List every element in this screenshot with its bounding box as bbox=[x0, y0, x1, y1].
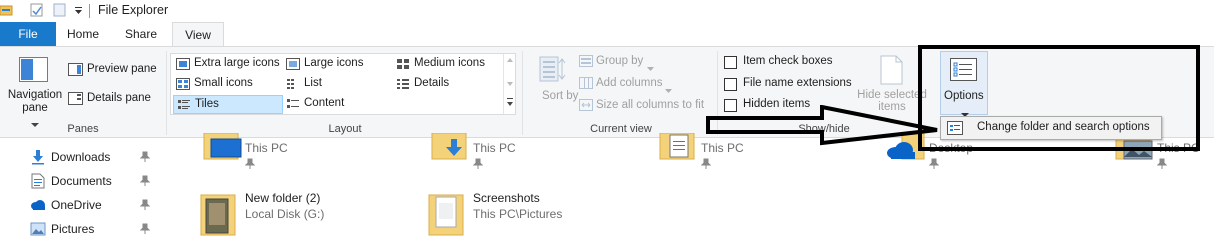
item-checkboxes-checkbox[interactable] bbox=[724, 56, 737, 69]
add-columns-dropdown-icon bbox=[665, 82, 672, 96]
ribbon-tabs: File Home Share View bbox=[0, 22, 1214, 47]
list-icon bbox=[286, 78, 300, 90]
file-name-extensions-label[interactable]: File name extensions bbox=[743, 77, 852, 89]
window-title: File Explorer bbox=[98, 3, 169, 17]
pin-icon[interactable] bbox=[139, 175, 151, 187]
layout-details[interactable]: Details bbox=[393, 75, 503, 94]
onedrive-icon bbox=[30, 197, 46, 213]
group-by-button[interactable]: Group by bbox=[596, 55, 643, 67]
folder-icon bbox=[428, 191, 466, 240]
pin-icon bbox=[472, 158, 484, 170]
folder-icon[interactable] bbox=[0, 3, 14, 17]
tile-downloads[interactable]: This PC bbox=[426, 132, 626, 171]
downloads-folder-icon bbox=[428, 132, 472, 168]
tile-screenshots[interactable]: Screenshots This PC\Pictures bbox=[426, 189, 646, 239]
sort-by-button[interactable]: Sort by bbox=[542, 90, 578, 103]
nav-item-downloads[interactable]: Downloads bbox=[30, 146, 160, 168]
documents-folder-icon bbox=[656, 132, 700, 168]
tile-desktop[interactable]: This PC bbox=[198, 132, 398, 171]
pin-icon bbox=[928, 158, 940, 170]
item-checkboxes-label[interactable]: Item check boxes bbox=[743, 55, 832, 67]
nav-item-documents[interactable]: Documents bbox=[30, 170, 160, 192]
preview-pane-button[interactable]: Preview pane bbox=[87, 63, 157, 75]
pin-icon bbox=[1156, 158, 1168, 170]
details-icon bbox=[396, 78, 410, 90]
layout-extra-large-icons[interactable]: Extra large icons bbox=[173, 55, 283, 74]
preview-pane-icon[interactable] bbox=[68, 63, 83, 79]
nav-item-pictures[interactable]: Pictures bbox=[30, 218, 160, 240]
tab-file[interactable]: File bbox=[0, 22, 56, 46]
layout-gallery-scrollbar[interactable] bbox=[503, 54, 515, 114]
panes-group-label: Panes bbox=[67, 123, 99, 135]
navigation-pane-button[interactable]: Navigation pane bbox=[5, 89, 65, 115]
layout-medium-icons[interactable]: Medium icons bbox=[393, 55, 503, 74]
file-name-extensions-checkbox[interactable] bbox=[724, 78, 737, 91]
pictures-icon bbox=[30, 221, 46, 237]
customize-dropdown-icon[interactable] bbox=[74, 3, 88, 17]
folder-icon bbox=[200, 191, 238, 240]
medium-icons-icon bbox=[396, 58, 410, 70]
tab-share[interactable]: Share bbox=[112, 22, 170, 46]
properties-icon[interactable] bbox=[30, 3, 44, 17]
pin-icon[interactable] bbox=[139, 151, 151, 163]
tab-view[interactable]: View bbox=[172, 22, 224, 47]
layout-list[interactable]: List bbox=[283, 75, 391, 94]
hide-selected-icon[interactable] bbox=[880, 55, 904, 88]
navigation-pane-icon[interactable] bbox=[19, 57, 49, 86]
new-folder-icon[interactable] bbox=[53, 3, 67, 17]
highlight-box bbox=[918, 45, 1200, 151]
content-icon bbox=[286, 98, 300, 110]
group-divider bbox=[166, 51, 167, 135]
documents-icon bbox=[30, 173, 46, 189]
title-bar: File Explorer bbox=[0, 0, 1214, 22]
desktop-folder-icon bbox=[200, 132, 244, 168]
pin-icon[interactable] bbox=[139, 199, 151, 211]
group-by-dropdown-icon bbox=[647, 60, 654, 74]
details-pane-icon[interactable] bbox=[68, 92, 83, 108]
pin-icon bbox=[244, 158, 256, 170]
pin-icon bbox=[700, 158, 712, 170]
add-columns-icon[interactable] bbox=[579, 77, 593, 92]
layout-gallery: Extra large icons Large icons Medium ico… bbox=[170, 53, 516, 115]
downloads-icon bbox=[30, 149, 46, 165]
large-icons-icon bbox=[286, 58, 300, 70]
extra-large-icons-icon bbox=[176, 58, 190, 70]
layout-large-icons[interactable]: Large icons bbox=[283, 55, 391, 74]
layout-small-icons[interactable]: Small icons bbox=[173, 75, 283, 94]
details-pane-button[interactable]: Details pane bbox=[87, 92, 151, 104]
tab-home[interactable]: Home bbox=[56, 22, 110, 46]
group-divider bbox=[522, 51, 523, 135]
group-by-icon[interactable] bbox=[579, 55, 593, 70]
size-columns-button[interactable]: Size all columns to fit bbox=[596, 99, 704, 111]
pin-icon[interactable] bbox=[139, 223, 151, 235]
content-area: Downloads Documents OneDrive Pictures Th… bbox=[0, 132, 1214, 248]
tiles-icon bbox=[177, 99, 191, 111]
title-separator bbox=[89, 4, 90, 18]
tile-new-folder-2[interactable]: New folder (2) Local Disk (G:) bbox=[198, 189, 418, 239]
panes-group: Navigation pane Preview pane Details pan… bbox=[0, 47, 166, 139]
add-columns-button[interactable]: Add columns bbox=[596, 77, 662, 89]
nav-item-onedrive[interactable]: OneDrive bbox=[30, 194, 160, 216]
layout-content[interactable]: Content bbox=[283, 95, 391, 114]
annotation-arrow bbox=[706, 105, 938, 146]
layout-tiles[interactable]: Tiles bbox=[173, 95, 283, 114]
size-columns-icon[interactable] bbox=[579, 99, 593, 114]
small-icons-icon bbox=[176, 78, 190, 90]
sort-by-icon[interactable] bbox=[539, 55, 569, 88]
